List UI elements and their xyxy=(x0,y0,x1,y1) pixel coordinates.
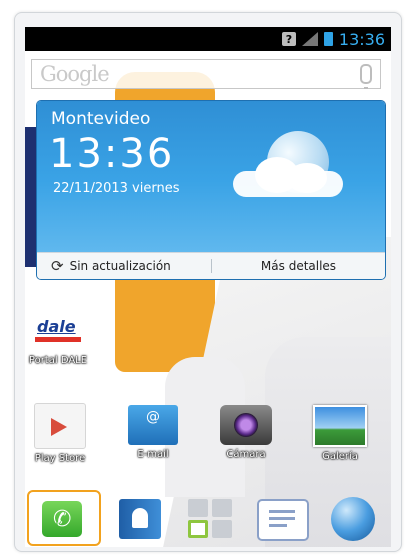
email-shortcut[interactable]: @ E-mail xyxy=(118,405,188,460)
portal-dale-label: Portal DALE xyxy=(28,355,88,366)
google-search-bar[interactable]: Google xyxy=(31,59,381,89)
microphone-icon[interactable] xyxy=(360,64,372,89)
gallery-shortcut[interactable]: Galería xyxy=(305,405,375,462)
messaging-icon[interactable] xyxy=(257,499,309,541)
contacts-icon[interactable] xyxy=(119,499,161,539)
phone-icon[interactable]: ✆ xyxy=(42,501,82,537)
weather-clock-widget[interactable]: Montevideo 13:36 22/11/2013 viernes ⟳ Si… xyxy=(37,101,385,279)
app-dock: ✆ xyxy=(25,489,391,547)
unknown-status-icon: ? xyxy=(281,32,296,46)
refresh-icon: ⟳ xyxy=(51,257,64,275)
widget-date: 22/11/2013 viernes xyxy=(53,181,180,196)
widget-clock: 13:36 xyxy=(49,131,175,177)
city-label: Montevideo xyxy=(51,109,151,129)
device-frame: ? 13:36 Google Montevideo 13:36 22/11/20… xyxy=(14,12,402,552)
google-logo: Google xyxy=(40,62,110,86)
signal-icon xyxy=(301,32,318,46)
refresh-button[interactable]: ⟳ Sin actualización xyxy=(37,257,211,275)
widget-footer: ⟳ Sin actualización Más detalles xyxy=(37,252,385,279)
cloud-weather-icon xyxy=(287,163,327,193)
camera-lens xyxy=(234,413,258,437)
play-store-label: Play Store xyxy=(34,453,86,464)
play-triangle xyxy=(51,418,67,436)
refresh-label: Sin actualización xyxy=(69,259,171,273)
more-details-button[interactable]: Más detalles xyxy=(212,259,385,273)
battery-icon xyxy=(323,32,333,46)
browser-icon[interactable] xyxy=(331,497,375,541)
home-screen: ? 13:36 Google Montevideo 13:36 22/11/20… xyxy=(25,27,391,547)
play-store-icon xyxy=(34,403,86,449)
email-icon: @ xyxy=(128,405,178,445)
dale-logo-bar xyxy=(35,337,81,342)
camera-shortcut[interactable]: Cámara xyxy=(211,405,281,460)
portal-dale-shortcut[interactable]: dale Portal DALE xyxy=(25,311,93,366)
dale-icon: dale xyxy=(33,311,83,351)
dale-logo-text: dale xyxy=(37,317,76,336)
status-time: 13:36 xyxy=(338,29,385,49)
apps-icon[interactable] xyxy=(188,499,234,539)
play-store-shortcut[interactable]: Play Store xyxy=(25,403,95,464)
gallery-label: Galería xyxy=(322,451,358,462)
camera-icon xyxy=(220,405,272,445)
email-label: E-mail xyxy=(137,449,169,460)
camera-label: Cámara xyxy=(226,449,266,460)
status-bar[interactable]: ? 13:36 xyxy=(25,27,391,51)
gallery-icon xyxy=(313,405,367,447)
